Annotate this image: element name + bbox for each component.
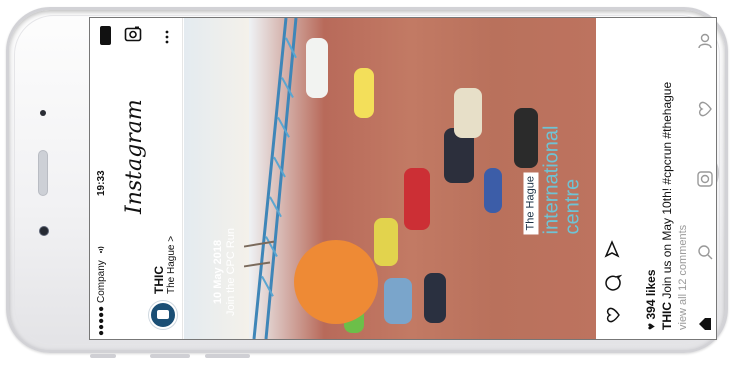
likes-text: 394 likes (644, 269, 658, 320)
chevron-right-icon: > (166, 235, 177, 242)
battery-icon (100, 26, 111, 45)
badge-date: 10 May 2018 (212, 239, 224, 305)
likes-heart-icon: ♥ (644, 319, 658, 330)
caption-username[interactable]: THIC (660, 302, 674, 330)
volume-button-1 (90, 354, 116, 358)
camera-icon[interactable] (124, 25, 142, 43)
home-icon[interactable] (697, 316, 713, 332)
earpiece-speaker (38, 150, 48, 196)
bridge-structure (244, 18, 298, 339)
proximity-sensor (40, 110, 46, 116)
search-icon[interactable] (696, 243, 714, 261)
post-location[interactable]: The Hague > (166, 236, 177, 294)
more-dots-icon[interactable] (164, 29, 170, 45)
phone-screen: ●●●●● Company 19:33 Instagram THIC The H… (89, 17, 717, 340)
brand-line2: centre (561, 178, 583, 234)
view-comments-link[interactable]: view all 12 comments (677, 225, 689, 330)
brand-logo: The Hague international centre (508, 28, 598, 331)
volume-button-3 (205, 354, 250, 358)
share-icon[interactable] (604, 240, 622, 258)
activity-icon[interactable] (696, 100, 714, 118)
wifi-icon (97, 246, 105, 253)
app-title: Instagram (122, 99, 147, 214)
avatar[interactable] (149, 301, 177, 329)
volume-button-2 (150, 354, 190, 358)
event-badge (294, 240, 378, 324)
post-footer: ♥ 394 likes THIC Join us on May 10th! #c… (598, 18, 716, 339)
runner (384, 278, 412, 324)
status-time: 19:33 (96, 170, 107, 196)
badge-text: Join the CPC Run (225, 227, 237, 316)
runner (354, 68, 374, 118)
comment-icon[interactable] (604, 274, 622, 292)
runner (424, 273, 446, 323)
runner (484, 168, 502, 213)
brand-label: The Hague (523, 171, 538, 234)
header-bar: ●●●●● Company 19:33 Instagram THIC The H… (90, 18, 183, 339)
add-post-icon[interactable] (696, 170, 714, 188)
runner (454, 88, 482, 138)
post-caption: THIC Join us on May 10th! #cpcrun #theha… (660, 82, 674, 330)
front-camera (39, 226, 49, 236)
heart-icon[interactable] (604, 306, 622, 324)
post-username[interactable]: THIC (152, 266, 166, 294)
runner (306, 38, 328, 98)
runner (374, 218, 398, 266)
carrier-label: ●●●●● Company (96, 260, 107, 336)
brand-line1: international (540, 125, 562, 234)
likes-count: ♥ 394 likes (644, 269, 658, 330)
profile-icon[interactable] (696, 32, 714, 50)
post-location-text[interactable]: The Hague (166, 245, 177, 294)
runner (404, 168, 430, 230)
caption-text: Join us on May 10th! #cpcrun #thehague (660, 81, 674, 299)
